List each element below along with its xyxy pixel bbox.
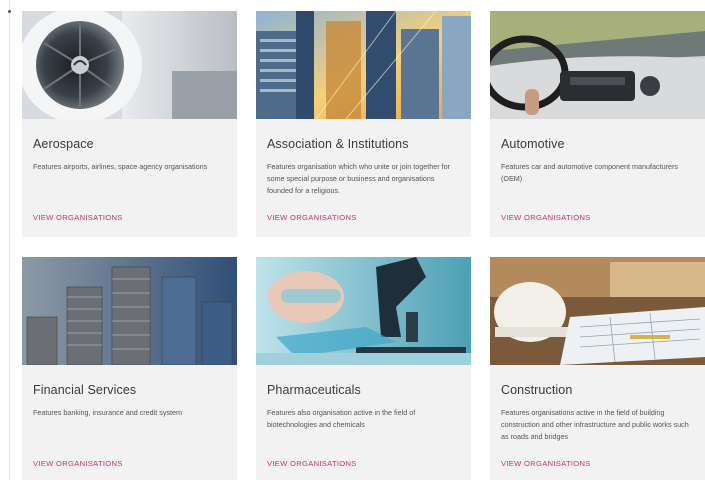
bullet-mark	[8, 10, 11, 13]
card-description: Features car and automotive component ma…	[501, 162, 678, 183]
card-title: Association & Institutions	[267, 137, 409, 151]
card-title: Construction	[501, 383, 573, 397]
card-title: Automotive	[501, 137, 565, 151]
jet-engine-image	[22, 11, 237, 119]
view-organisations-link[interactable]: VIEW ORGANISATIONS	[267, 459, 357, 468]
card-aerospace[interactable]: Aerospace Features airports, airlines, s…	[22, 11, 237, 237]
city-buildings-image	[256, 11, 471, 119]
view-organisations-link[interactable]: VIEW ORGANISATIONS	[33, 459, 123, 468]
card-automotive[interactable]: Automotive Features car and automotive c…	[490, 11, 705, 237]
card-construction[interactable]: Construction Features organisations acti…	[490, 257, 705, 480]
card-title: Pharmaceuticals	[267, 383, 361, 397]
view-organisations-link[interactable]: VIEW ORGANISATIONS	[501, 459, 591, 468]
view-organisations-link[interactable]: VIEW ORGANISATIONS	[33, 213, 123, 222]
card-description: Features also organisation active in the…	[267, 408, 416, 429]
card-description: Features banking, insurance and credit s…	[33, 408, 183, 417]
card-description: Features airports, airlines, space agenc…	[33, 162, 208, 171]
card-financial-services[interactable]: Financial Services Features banking, ins…	[22, 257, 237, 480]
view-organisations-link[interactable]: VIEW ORGANISATIONS	[501, 213, 591, 222]
card-pharmaceuticals[interactable]: Pharmaceuticals Features also organisati…	[256, 257, 471, 480]
view-organisations-link[interactable]: VIEW ORGANISATIONS	[267, 213, 357, 222]
left-divider	[9, 0, 10, 480]
car-dashboard-image	[490, 11, 705, 119]
card-title: Financial Services	[33, 383, 137, 397]
coin-stacks-image	[22, 257, 237, 365]
card-title: Aerospace	[33, 137, 94, 151]
hardhat-blueprint-image	[490, 257, 705, 365]
microscope-lab-image	[256, 257, 471, 365]
card-description: Features organisation which who unite or…	[267, 162, 450, 195]
card-description: Features organisations active in the fie…	[501, 408, 689, 441]
card-association-institutions[interactable]: Association & Institutions Features orga…	[256, 11, 471, 237]
